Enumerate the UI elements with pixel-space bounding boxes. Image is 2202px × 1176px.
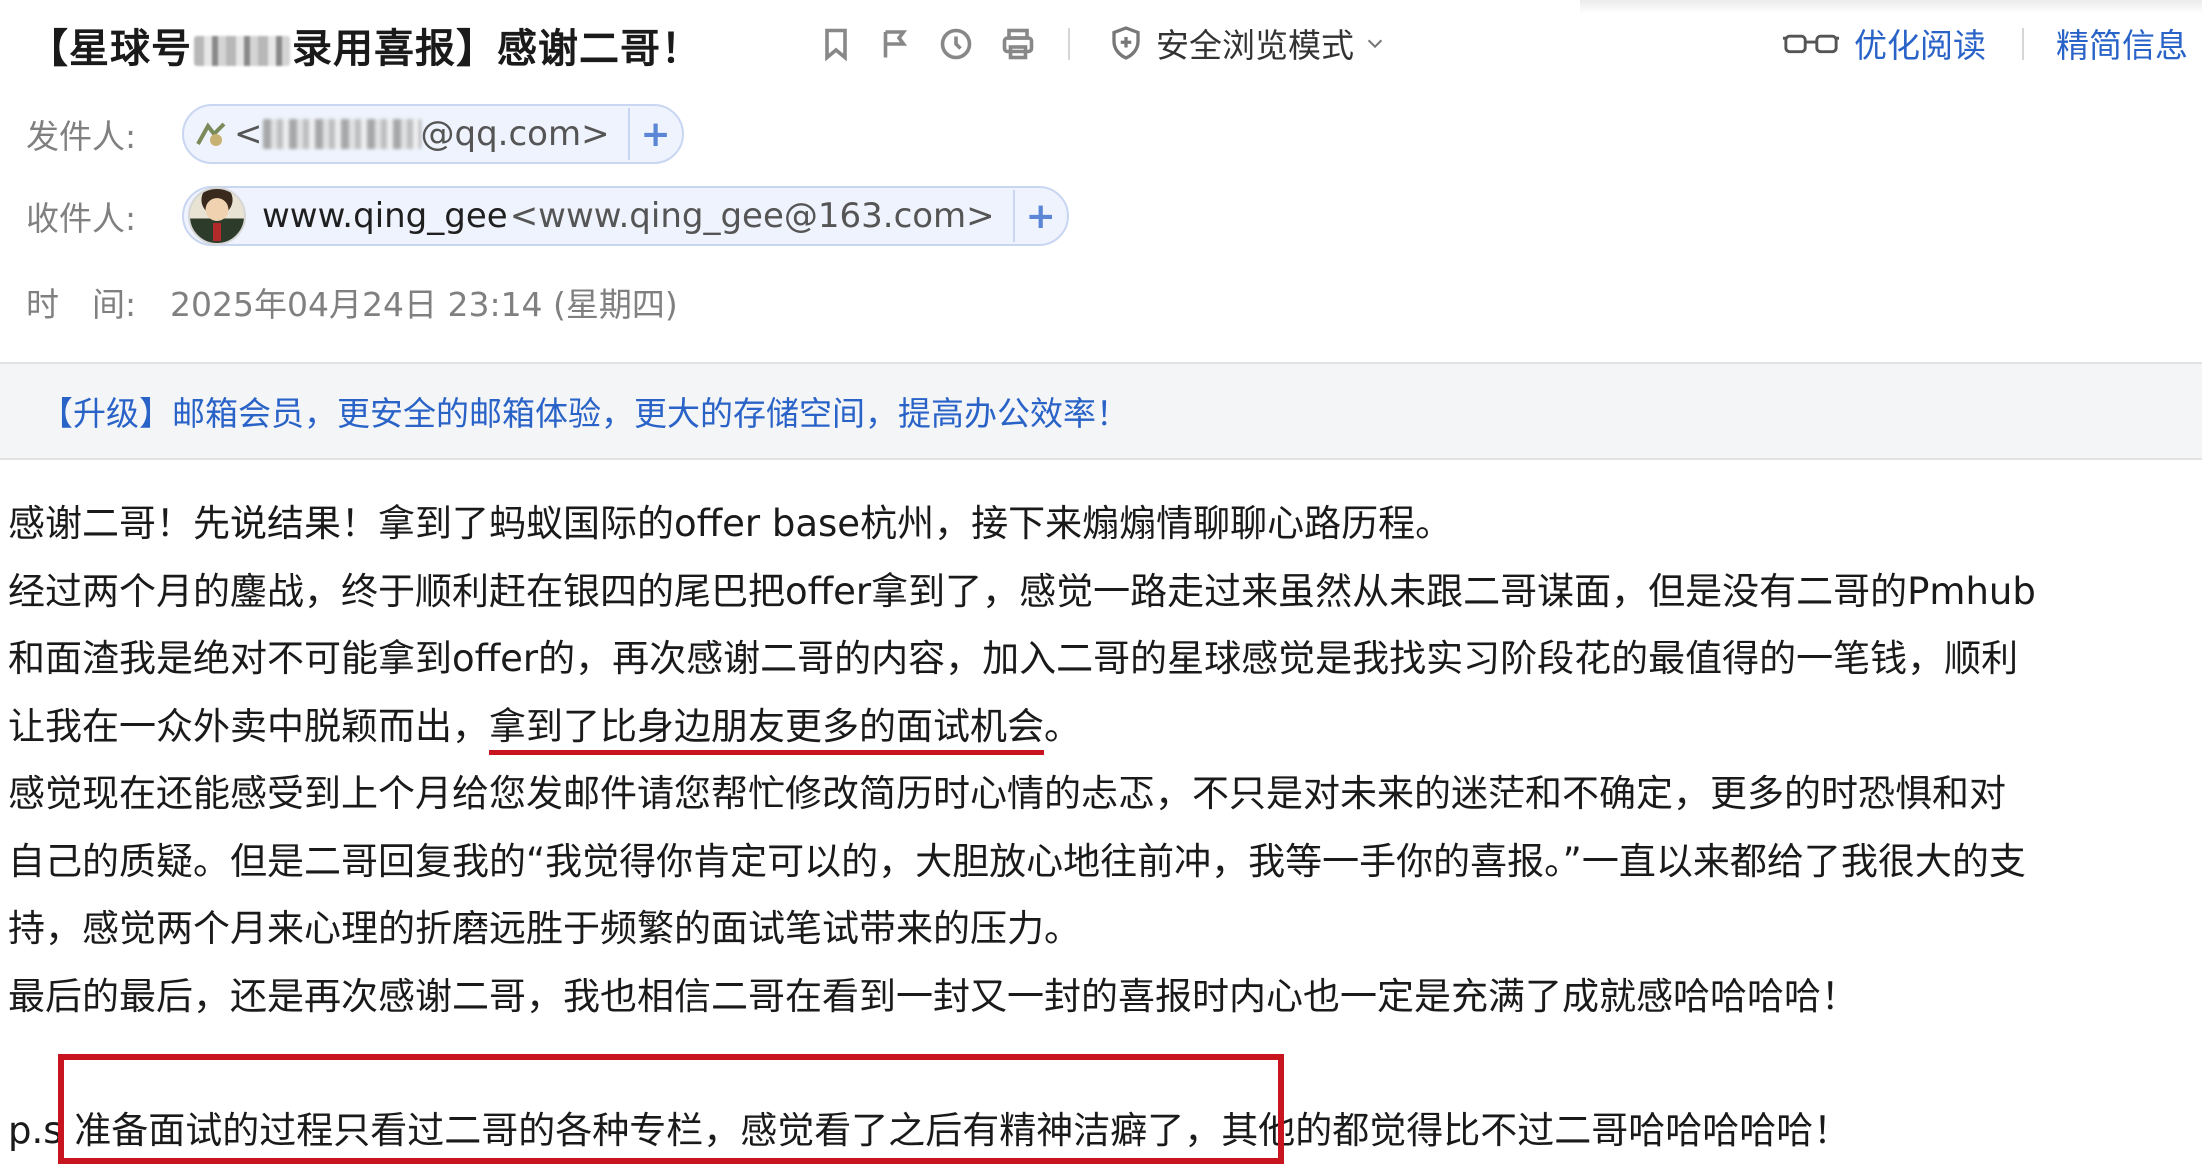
sender-address-suffix: @qq.com> (420, 114, 610, 154)
line4-suffix: 。 (1044, 704, 1081, 748)
ps-prefix: p.s (8, 1109, 63, 1152)
time-row: 时 间: 2025年04月24日 23:14 (星期四) (26, 272, 678, 332)
redacted-subject-part (194, 36, 290, 66)
recipient-address: <www.qing_gee@163.com> (509, 196, 995, 236)
body-line: 自己的质疑。但是二哥回复我的“我觉得你肯定可以的，大胆放心地往前冲，我等一手你的… (8, 839, 2026, 883)
add-recipient-contact-button[interactable]: + (1012, 190, 1067, 242)
safe-mode-dropdown[interactable]: 安全浏览模式 (1108, 20, 1386, 66)
concise-info-button[interactable]: 精简信息 (2056, 20, 2188, 66)
subject-row: 【星球号 录用喜报】感谢二哥！ 安全浏览模式 优化阅读 精简信息 (0, 0, 2202, 86)
toolbar-divider-right (2022, 28, 2024, 60)
sender-chip[interactable]: < @qq.com> + (182, 104, 684, 164)
subject-suffix: 录用喜报】感谢二哥！ (292, 26, 702, 72)
optimize-read-label: 优化阅读 (1854, 26, 1986, 65)
time-value: 2025年04月24日 23:14 (星期四) (170, 285, 678, 324)
ps-suffix: ，其他的都觉得比不过二哥哈哈哈哈哈！ (1184, 1109, 1851, 1152)
flag-icon[interactable] (874, 22, 918, 66)
add-sender-contact-button[interactable]: + (627, 108, 682, 160)
clock-icon[interactable] (934, 22, 978, 66)
recipient-chip[interactable]: www.qing_gee <www.qing_gee@163.com> + (182, 186, 1069, 246)
shield-plus-icon (1112, 26, 1140, 60)
sender-label: 发件人: (26, 117, 137, 156)
email-subject: 【星球号 录用喜报】感谢二哥！ (28, 16, 702, 74)
sender-address-prefix: < (234, 114, 263, 154)
optimize-read-button[interactable]: 优化阅读 (1782, 20, 1986, 66)
redacted-sender-number (262, 119, 421, 149)
body-line: 最后的最后，还是再次感谢二哥，我也相信二哥在看到一封又一封的喜报时内心也一定是充… (8, 974, 1858, 1018)
toolbar-divider (1068, 28, 1070, 60)
sender-row: 发件人: < @qq.com> + (26, 104, 684, 164)
red-underline-highlight: 拿到了比身边朋友更多的面试机会 (489, 704, 1044, 755)
print-icon[interactable] (996, 22, 1040, 66)
recipient-row: 收件人: www.qing_gee <www.qing_gee@163.com> … (26, 186, 1069, 246)
body-line-highlighted: 让我在一众外卖中脱颖而出，拿到了比身边朋友更多的面试机会。 (8, 693, 2202, 761)
body-line: 感觉现在还能感受到上个月给您发邮件请您帮忙修改简历时心情的忐忑，不只是对未来的迷… (8, 772, 2006, 815)
sender-avatar-icon (194, 119, 228, 149)
ps-highlight: 准备面试的过程只看过二哥的各种专栏，感觉看了之后有精神洁癖了 (62, 1109, 1185, 1152)
ps-line: p.s 准备面试的过程只看过二哥的各种专栏，感觉看了之后有精神洁癖了，其他的都觉… (8, 1100, 1850, 1154)
safe-mode-label: 安全浏览模式 (1156, 26, 1354, 65)
email-body: 感谢二哥！先说结果！拿到了蚂蚁国际的offer base杭州，接下来煽煽情聊聊心… (8, 490, 2202, 1030)
body-line: 持，感觉两个月来心理的折磨远胜于频繁的面试笔试带来的压力。 (8, 907, 1081, 950)
chevron-down-icon (1367, 39, 1383, 49)
recipient-avatar (188, 187, 246, 245)
body-line: 经过两个月的鏖战，终于顺利赶在银四的尾巴把offer拿到了，感觉一路走过来虽然从… (8, 569, 2036, 613)
glasses-icon (1782, 34, 1840, 54)
email-header: 【星球号 录用喜报】感谢二哥！ 安全浏览模式 优化阅读 精简信息 发件人: < … (0, 0, 2202, 362)
recipient-name: www.qing_gee (262, 196, 508, 236)
promo-link[interactable]: 【升级】邮箱会员，更安全的邮箱体验，更大的存储空间，提高办公效率！ (40, 387, 1129, 435)
line4-prefix: 让我在一众外卖中脱颖而出， (8, 704, 489, 748)
promo-banner[interactable]: 【升级】邮箱会员，更安全的邮箱体验，更大的存储空间，提高办公效率！ (0, 362, 2202, 460)
time-label: 时 间: (26, 285, 137, 324)
body-line: 感谢二哥！先说结果！拿到了蚂蚁国际的offer base杭州，接下来煽煽情聊聊心… (8, 502, 1453, 545)
bookmark-icon[interactable] (814, 22, 858, 66)
body-line: 和面渣我是绝对不可能拿到offer的，再次感谢二哥的内容，加入二哥的星球感觉是我… (8, 637, 2019, 680)
subject-prefix: 【星球号 (28, 26, 192, 72)
recipient-label: 收件人: (26, 199, 137, 238)
concise-info-label: 精简信息 (2056, 26, 2188, 65)
